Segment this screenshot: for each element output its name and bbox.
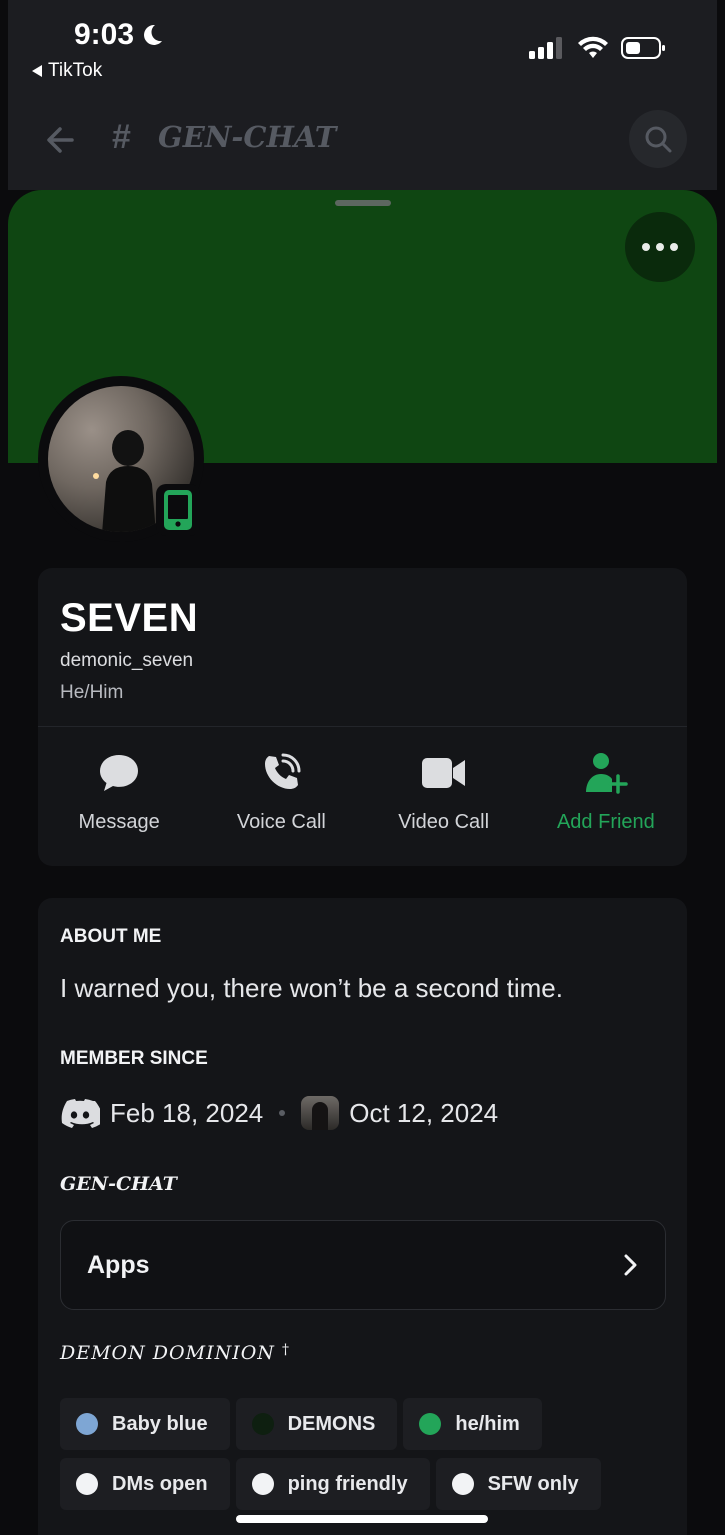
hash-icon: # [112,118,131,156]
search-icon [645,126,672,153]
video-camera-icon [421,758,465,788]
roles-list: Baby blue DEMONS he/him DMs open ping friend… [60,1398,670,1518]
wifi-icon [578,36,608,58]
about-text: I warned you, there won’t be a second ti… [60,973,563,1003]
member-since-row: Feb 18, 2024 Oct 12, 2024 [60,1096,498,1130]
role-name: ping friendly [287,1472,408,1495]
back-arrow-icon[interactable] [42,122,78,158]
username[interactable]: demonic_seven [60,650,193,672]
role-color-dot [451,1473,474,1495]
server-heading: GEN-CHAT [60,1173,177,1195]
roles-heading-badge: † [281,1342,290,1358]
more-dot [670,243,678,251]
role-name: DEMONS [287,1412,376,1435]
more-dot [642,243,650,251]
role-color-dot [251,1413,274,1435]
voice-call-button[interactable]: Voice Call [200,753,362,853]
role-row: Baby blue DEMONS he/him [60,1398,670,1450]
status-icons [529,36,667,60]
apps-button[interactable]: Apps [60,1220,666,1310]
server-icon [301,1096,340,1130]
add-friend-icon [585,753,628,794]
phone-call-icon [265,753,301,789]
pronouns: He/Him [60,682,124,703]
role-name: he/him [455,1412,520,1435]
role-color-dot [419,1413,442,1435]
more-dot [656,243,664,251]
background-header: 9:03 TikTok # GEN-CHAT [8,0,717,190]
more-options-button[interactable] [625,212,695,282]
voice-call-label: Voice Call [236,811,326,833]
message-label: Message [78,811,160,833]
role-name: DMs open [112,1472,208,1495]
divider [38,726,687,727]
apps-label: Apps [87,1250,150,1279]
battery-icon [621,37,665,59]
member-since-heading: MEMBER SINCE [60,1048,208,1069]
role-chip[interactable]: Baby blue [60,1398,230,1450]
back-app-label: TikTok [48,60,103,81]
profile-card: SEVEN demonic_seven He/Him Message Voice… [38,568,687,866]
role-chip[interactable]: ping friendly [235,1458,430,1510]
chevron-right-icon [624,1254,637,1276]
video-call-label: Video Call [398,811,490,833]
about-heading: ABOUT ME [60,926,162,947]
back-to-app-link[interactable]: TikTok [32,60,102,82]
role-color-dot [251,1473,274,1495]
search-button[interactable] [629,110,687,168]
display-name: SEVEN [60,596,199,640]
server-join-date: Oct 12, 2024 [349,1097,499,1128]
message-button[interactable]: Message [38,753,200,853]
profile-sheet: SEVEN demonic_seven He/Him Message Voice… [8,190,717,1535]
avatar-figure [93,430,156,532]
role-chip[interactable]: DEMONS [235,1398,398,1450]
video-call-button[interactable]: Video Call [363,753,525,853]
moon-icon [144,24,163,45]
roles-heading-text: DEMON DOMINION [60,1342,275,1364]
discord-join-date: Feb 18, 2024 [110,1097,264,1128]
role-name: Baby blue [112,1412,208,1435]
discord-logo-icon [61,1099,100,1128]
status-time: 9:03 [74,18,164,52]
channel-title[interactable]: GEN-CHAT [158,120,336,154]
time-text: 9:03 [74,18,135,51]
about-card: ABOUT ME I warned you, there won’t be a … [38,898,687,1535]
separator-dot [279,1110,286,1116]
message-bubble-icon [100,755,139,791]
back-triangle-icon [32,65,42,77]
add-friend-button[interactable]: Add Friend [525,753,687,853]
sheet-grabber[interactable] [335,200,391,206]
role-row: DMs open ping friendly SFW only [60,1458,670,1510]
roles-heading: DEMON DOMINION † [60,1342,290,1364]
role-chip[interactable]: DMs open [60,1458,230,1510]
action-bar: Message Voice Call Video Call Add Friend [38,753,687,853]
mobile-status-badge [156,484,200,536]
add-friend-label: Add Friend [556,811,655,833]
role-color-dot [76,1413,98,1435]
home-indicator[interactable] [236,1515,488,1523]
role-color-dot [76,1473,98,1495]
cellular-signal-icon [529,37,562,59]
channel-nav: # GEN-CHAT [8,110,717,170]
mobile-phone-icon [164,490,192,530]
role-name: SFW only [487,1472,579,1495]
role-chip[interactable]: SFW only [435,1458,601,1510]
role-chip[interactable]: he/him [403,1398,542,1450]
